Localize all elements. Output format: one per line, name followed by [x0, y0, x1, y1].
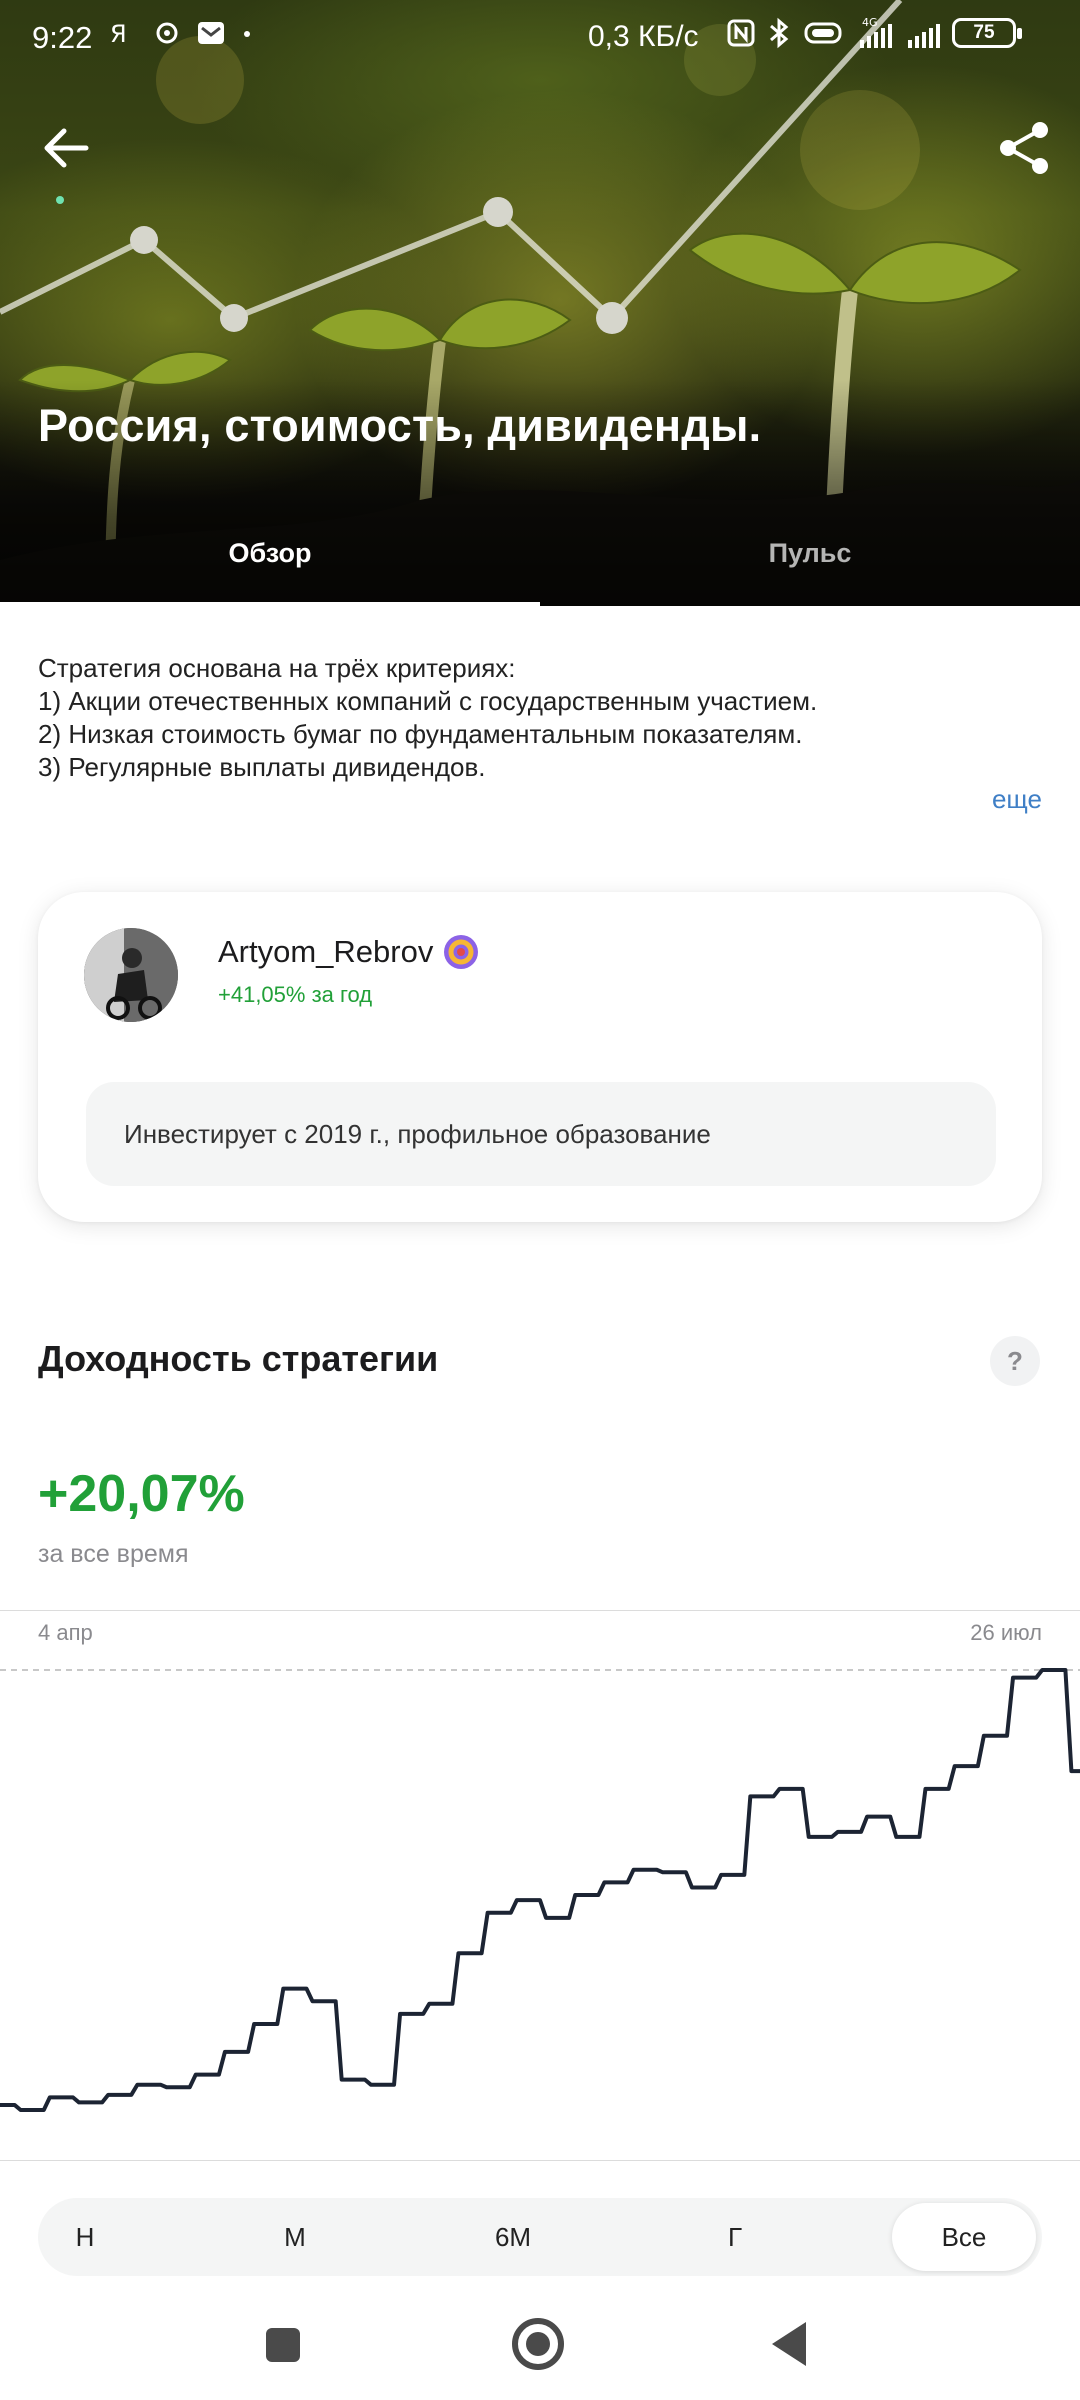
performance-value: +20,07%	[38, 1465, 245, 1523]
signal-icon: 4G	[860, 16, 892, 48]
author-bio: Инвестирует с 2019 г., профильное образо…	[86, 1082, 996, 1186]
chart-point	[290, 1987, 294, 1991]
chart-point	[27, 2108, 31, 2112]
chart-series-line	[0, 1668, 1080, 2112]
period-week[interactable]: Н	[38, 2203, 132, 2271]
chart-point	[553, 1916, 557, 1920]
chart-point	[465, 1951, 469, 1955]
chart-divider	[0, 1610, 1080, 1611]
home-icon[interactable]	[512, 2318, 564, 2370]
chart-point	[640, 1868, 644, 1872]
chart-point	[436, 2002, 440, 2006]
chart-point	[874, 1815, 878, 1819]
status-speed: 0,3 КБ/с	[588, 20, 699, 53]
chart-point	[961, 1764, 965, 1768]
yandex-icon: Я	[110, 20, 127, 48]
tab-active-indicator	[0, 602, 540, 607]
chart-point	[523, 1898, 527, 1902]
avatar[interactable]	[84, 928, 178, 1022]
back-triangle-icon[interactable]	[772, 2322, 806, 2366]
period-month[interactable]: М	[248, 2203, 342, 2271]
author-yield: +41,05% за год	[218, 982, 373, 1007]
period-selector: Н М 6М Г Все	[38, 2198, 1042, 2276]
chart-divider	[0, 2160, 1080, 2161]
recents-icon[interactable]	[266, 2328, 300, 2362]
description-line: 1) Акции отечественных компаний с госуда…	[38, 686, 818, 716]
chart-end-date: 26 июл	[970, 1620, 1042, 1645]
chart-point	[1020, 1676, 1024, 1680]
chart-point	[86, 2100, 90, 2104]
battery-icon: 75	[952, 18, 1022, 48]
chart-point	[319, 1999, 323, 2003]
more-link[interactable]: еще	[992, 784, 1042, 815]
share-icon[interactable]	[992, 116, 1056, 180]
strategy-description: Стратегия основана на трёх критериях: 1)…	[38, 652, 1048, 784]
status-bar: 9:22 Я 0,3 КБ/с 4G 75	[0, 0, 1080, 76]
chart-point	[144, 2083, 148, 2087]
nfc-icon	[727, 19, 755, 47]
chart-point	[202, 2073, 206, 2077]
vibrate-icon	[804, 22, 842, 44]
tab-pulse[interactable]: Пульс	[540, 520, 1080, 606]
section-title: Доходность стратегии	[38, 1338, 439, 1379]
performance-subtitle: за все время	[38, 1540, 189, 1568]
tab-overview[interactable]: Обзор	[0, 520, 540, 606]
page-title: Россия, стоимость, дивиденды.	[38, 400, 762, 451]
dot-icon	[244, 31, 250, 37]
chart-point	[1049, 1668, 1053, 1672]
chart-point	[407, 2012, 411, 2016]
system-nav-bar	[0, 2300, 1080, 2400]
arrow-left-icon[interactable]	[36, 118, 96, 178]
tab-bar: Обзор Пульс	[0, 520, 1080, 606]
chart-point	[786, 1787, 790, 1791]
chart-point	[990, 1734, 994, 1738]
hero-banner: 9:22 Я 0,3 КБ/с 4G 75 Россия, стоимость,…	[0, 0, 1080, 606]
help-button[interactable]: ?	[990, 1336, 1040, 1386]
battery-level: 75	[973, 22, 995, 43]
verified-badge-icon	[444, 935, 479, 969]
chart-point	[348, 2078, 352, 2082]
author-name-row[interactable]: Artyom_Rebrov	[218, 934, 479, 970]
chart-point	[903, 1835, 907, 1839]
signal-icon	[908, 24, 940, 48]
bluetooth-icon	[770, 17, 789, 49]
chart-point	[173, 2085, 177, 2089]
status-right-icons: 4G 75	[726, 16, 1022, 50]
period-all[interactable]: Все	[892, 2203, 1036, 2271]
chart-point	[699, 1885, 703, 1889]
chart-point	[757, 1794, 761, 1798]
settings-icon	[156, 22, 178, 44]
period-year[interactable]: Г	[688, 2203, 782, 2271]
chart-point	[115, 2093, 119, 2097]
chart-point	[932, 1787, 936, 1791]
status-left-icons: Я	[108, 18, 254, 48]
network-label: 4G	[862, 16, 878, 29]
chart-start-date: 4 апр	[38, 1620, 93, 1645]
description-line: Стратегия основана на трёх критериях:	[38, 653, 516, 683]
description-line: 2) Низкая стоимость бумаг по фундаментал…	[38, 719, 803, 749]
chart-point	[611, 1880, 615, 1884]
chart-point	[56, 2095, 60, 2099]
chart-point	[494, 1911, 498, 1915]
chart-point	[261, 2022, 265, 2026]
performance-chart[interactable]	[0, 1650, 1080, 2160]
chart-point	[669, 1870, 673, 1874]
chart-point	[728, 1873, 732, 1877]
mail-icon	[198, 22, 224, 44]
chart-point	[582, 1893, 586, 1897]
description-line: 3) Регулярные выплаты дивидендов.	[38, 752, 486, 782]
period-six-months[interactable]: 6М	[466, 2203, 560, 2271]
chart-point	[815, 1835, 819, 1839]
chart-point	[232, 2050, 236, 2054]
svg-text:Я: Я	[110, 20, 127, 48]
author-name[interactable]: Artyom_Rebrov	[218, 934, 433, 970]
chart-point	[377, 2083, 381, 2087]
chart-point	[844, 1830, 848, 1834]
author-card[interactable]: Artyom_Rebrov +41,05% за год Инвестирует…	[38, 892, 1042, 1222]
avatar-image	[84, 928, 178, 1022]
status-time: 9:22	[32, 20, 93, 55]
